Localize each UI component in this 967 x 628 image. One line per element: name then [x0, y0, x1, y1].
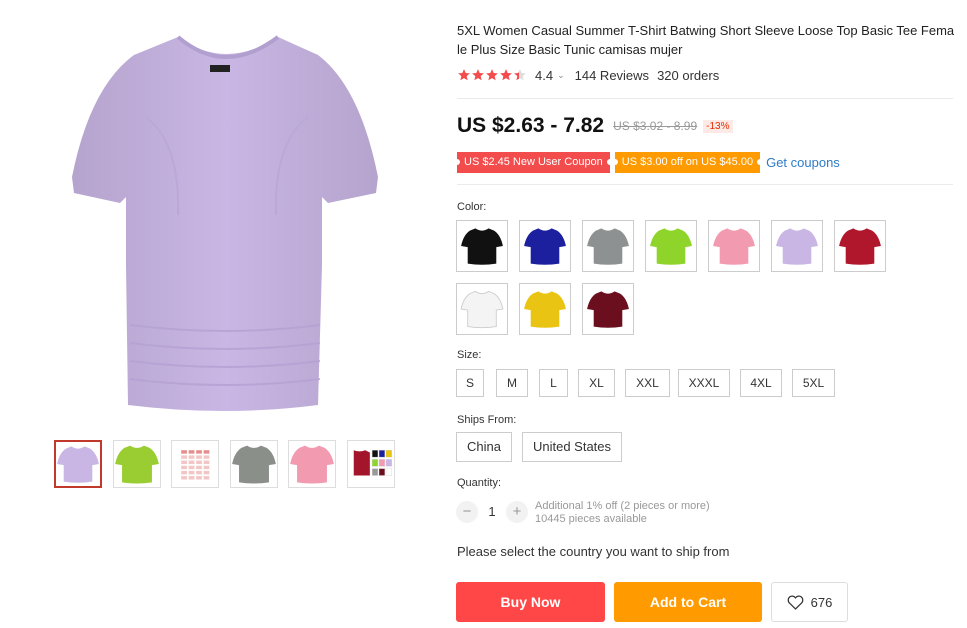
product-title: 5XL Women Casual Summer T-Shirt Batwing … — [457, 23, 955, 57]
new-user-coupon[interactable]: US $2.45 New User Coupon — [454, 151, 613, 173]
star-icon — [500, 69, 512, 81]
color-swatch-yellow[interactable] — [519, 283, 571, 335]
color-swatch-black[interactable] — [456, 220, 508, 272]
divider — [457, 98, 953, 99]
size-option-xl[interactable]: XL — [578, 369, 615, 397]
thumbnail-strip — [54, 440, 399, 490]
star-icon — [514, 69, 526, 81]
discount-badge: -13% — [703, 119, 733, 133]
original-price: US $3.02 - 8.99 — [613, 119, 698, 133]
reviews-link[interactable]: 144 Reviews — [575, 68, 649, 83]
thumb-size-chart[interactable] — [171, 440, 219, 488]
size-option-4xl[interactable]: 4XL — [740, 369, 782, 397]
ships-from-label: Ships From: — [457, 414, 517, 426]
size-option-m[interactable]: M — [496, 369, 528, 397]
add-to-cart-button[interactable]: Add to Cart — [614, 582, 762, 622]
quantity-increase-button[interactable]: + — [506, 501, 528, 523]
buy-now-button[interactable]: Buy Now — [456, 582, 605, 622]
color-swatch-red[interactable] — [834, 220, 886, 272]
wishlist-button[interactable]: 676 — [771, 582, 848, 622]
thumb-multicolor[interactable] — [347, 440, 395, 488]
star-icon — [486, 69, 498, 81]
heart-icon — [787, 594, 803, 610]
thumb-lime[interactable] — [113, 440, 161, 488]
size-option-xxl[interactable]: XXL — [625, 369, 670, 397]
ships-from-china[interactable]: China — [456, 432, 512, 462]
size-option-l[interactable]: L — [539, 369, 568, 397]
star-rating — [457, 68, 527, 82]
color-swatch-wine[interactable] — [582, 283, 634, 335]
current-price: US $2.63 - 7.82 — [457, 114, 605, 137]
thumb-gray[interactable] — [230, 440, 278, 488]
quantity-decrease-button[interactable]: − — [456, 501, 478, 523]
thumb-pink[interactable] — [288, 440, 336, 488]
main-shirt-image — [72, 35, 378, 411]
star-icon — [458, 69, 470, 81]
color-label: Color: — [457, 201, 487, 213]
get-coupons-link[interactable]: Get coupons — [766, 155, 840, 170]
ships-from-united-states[interactable]: United States — [522, 432, 622, 462]
size-option-s[interactable]: S — [456, 369, 484, 397]
divider — [457, 184, 953, 185]
rating-value[interactable]: 4.4 — [535, 68, 553, 83]
color-swatch-white[interactable] — [456, 283, 508, 335]
orders-count: 320 orders — [657, 67, 720, 83]
size-option-xxxl[interactable]: XXXL — [678, 369, 730, 397]
color-swatch-pink[interactable] — [708, 220, 760, 272]
main-product-image[interactable] — [60, 25, 390, 420]
quantity-label: Quantity: — [457, 477, 502, 489]
color-swatch-lavender[interactable] — [771, 220, 823, 272]
color-swatch-gray[interactable] — [582, 220, 634, 272]
shipping-message: Please select the country you want to sh… — [457, 544, 730, 559]
thumb-lavender[interactable] — [54, 440, 102, 488]
size-option-5xl[interactable]: 5XL — [792, 369, 835, 397]
quantity-value[interactable]: 1 — [485, 504, 499, 519]
color-swatch-navy[interactable] — [519, 220, 571, 272]
stock-available: 10445 pieces available — [535, 513, 647, 525]
store-coupon[interactable]: US $3.00 off on US $45.00 — [611, 151, 764, 173]
quantity-note: Additional 1% off (2 pieces or more) 104… — [535, 500, 710, 526]
color-swatch-lime[interactable] — [645, 220, 697, 272]
wishlist-count: 676 — [810, 594, 833, 610]
chevron-down-icon[interactable]: ⌄ — [557, 70, 565, 81]
rating-row: 4.4 ⌄ 144 Reviews 320 orders — [457, 66, 719, 84]
star-icon — [472, 69, 484, 81]
price-row: US $2.63 - 7.82 US $3.02 - 8.99 -13% — [457, 114, 733, 138]
coupon-row: US $2.45 New User Coupon US $3.00 off on… — [454, 151, 840, 173]
bulk-discount-note: Additional 1% off (2 pieces or more) — [535, 500, 710, 512]
size-label: Size: — [457, 349, 482, 361]
